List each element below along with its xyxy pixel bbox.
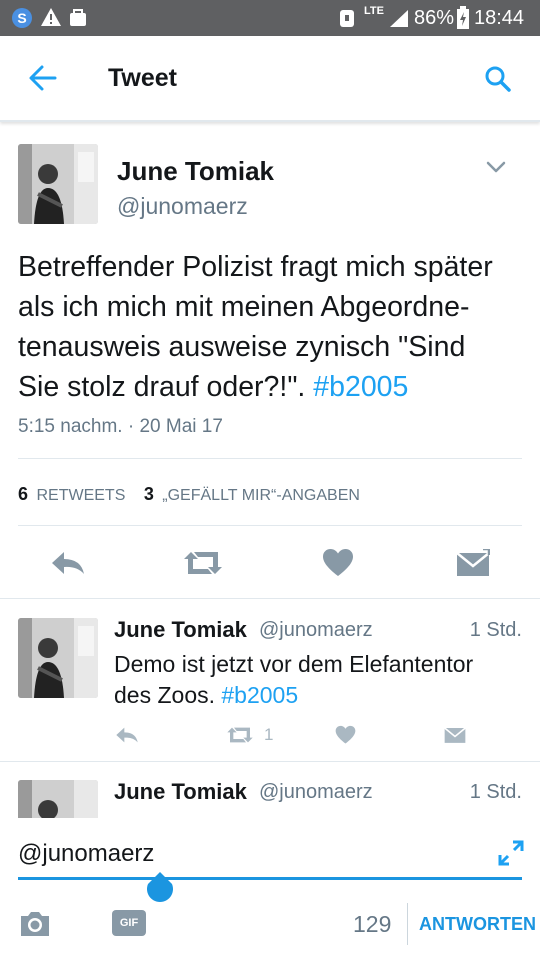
retweet-count[interactable]: 6 xyxy=(18,484,28,504)
tweet-text-line: tenausweis ausweise zynisch "Sind xyxy=(18,331,466,363)
author-name[interactable]: June Tomiak xyxy=(114,779,247,805)
divider xyxy=(18,525,522,526)
battery-percent: 86% xyxy=(414,7,455,29)
tweet-timestamp: 5:15 nachm. · 20 Mai 17 xyxy=(18,416,223,437)
avatar[interactable] xyxy=(18,618,98,698)
tweet-text: Betreffender Polizist fragt mich später … xyxy=(18,247,528,407)
status-bar: S LTE 86% 18:44 xyxy=(0,0,540,36)
avatar[interactable] xyxy=(18,144,98,224)
like-label[interactable]: „GEFÄLLT MIR“-ANGABEN xyxy=(162,487,360,504)
battery-icon xyxy=(456,6,470,35)
divider xyxy=(0,598,540,599)
divider xyxy=(18,458,522,459)
reply-text: Demo ist jetzt vor dem Elefantentor des … xyxy=(114,649,473,711)
expand-icon[interactable] xyxy=(498,840,524,871)
reply-tweet[interactable]: June Tomiak @junomaerz 1 Std. Demo ist j… xyxy=(0,600,540,762)
direct-message-icon[interactable] xyxy=(456,549,490,577)
reply-text-line: Demo ist jetzt vor dem Elefantentor xyxy=(114,651,474,677)
tweet-time: 1 Std. xyxy=(469,619,522,641)
engagement-stats: 6 RETWEETS 3 „GEFÄLLT MIR“-ANGABEN xyxy=(18,484,360,505)
tweet-time: 1 Std. xyxy=(469,781,522,803)
main-tweet: June Tomiak @junomaerz Betreffender Poli… xyxy=(0,122,540,600)
retweet-icon[interactable] xyxy=(182,550,224,576)
camera-icon[interactable] xyxy=(18,910,52,943)
reply-input[interactable]: @junomaerz xyxy=(18,840,154,868)
warning-icon xyxy=(40,7,62,32)
tweet-text-line: als ich mich mit meinen Abgeordne- xyxy=(18,291,470,323)
gif-button[interactable]: GIF xyxy=(112,910,146,936)
direct-message-icon[interactable] xyxy=(444,725,466,749)
reply-text-line-start: des Zoos. xyxy=(114,682,222,708)
author-handle[interactable]: @junomaerz xyxy=(117,193,248,220)
app-notification-icon: S xyxy=(10,6,34,35)
retweet-label[interactable]: RETWEETS xyxy=(36,487,125,504)
search-icon[interactable] xyxy=(484,65,512,98)
signal-icon xyxy=(388,8,410,33)
network-type: LTE xyxy=(364,5,384,17)
like-count[interactable]: 3 xyxy=(144,484,154,504)
tweet-text-line-end: Sie stolz drauf oder?!". xyxy=(18,371,314,403)
avatar[interactable] xyxy=(18,780,98,818)
input-underline xyxy=(18,877,522,880)
heart-icon[interactable] xyxy=(335,725,356,750)
app-header: Tweet xyxy=(0,36,540,122)
hashtag-link[interactable]: #b2005 xyxy=(221,682,298,708)
divider xyxy=(407,903,408,945)
character-counter: 129 xyxy=(353,911,392,937)
reply-icon[interactable] xyxy=(50,550,86,576)
retweet-icon[interactable] xyxy=(226,726,254,749)
alarm-icon xyxy=(338,7,356,34)
tweet-text-line: Sie stolz drauf oder?!". #b2005 xyxy=(18,367,528,407)
text-cursor-handle[interactable] xyxy=(146,872,174,902)
compose-area: @junomaerz xyxy=(0,818,540,960)
author-name[interactable]: June Tomiak xyxy=(114,617,247,643)
clock: 18:44 xyxy=(474,7,525,29)
svg-text:S: S xyxy=(17,10,26,26)
author-handle[interactable]: @junomaerz xyxy=(259,619,373,642)
back-arrow-icon[interactable] xyxy=(28,64,58,97)
author-handle[interactable]: @junomaerz xyxy=(259,781,373,804)
chevron-down-icon[interactable] xyxy=(486,160,506,179)
page-title: Tweet xyxy=(108,64,177,92)
retweet-count: 1 xyxy=(264,725,274,744)
reply-text-line: des Zoos. #b2005 xyxy=(114,680,473,711)
reply-button[interactable]: ANTWORTEN xyxy=(419,914,536,935)
tweet-text-line: Betreffender Polizist fragt mich später xyxy=(18,251,493,283)
author-name[interactable]: June Tomiak xyxy=(117,156,274,187)
reply-icon[interactable] xyxy=(115,726,139,749)
reply-tweet[interactable]: June Tomiak @junomaerz 1 Std. xyxy=(0,762,540,818)
heart-icon[interactable] xyxy=(322,548,354,578)
bag-icon xyxy=(68,7,88,32)
hashtag-link[interactable]: #b2005 xyxy=(313,371,408,403)
